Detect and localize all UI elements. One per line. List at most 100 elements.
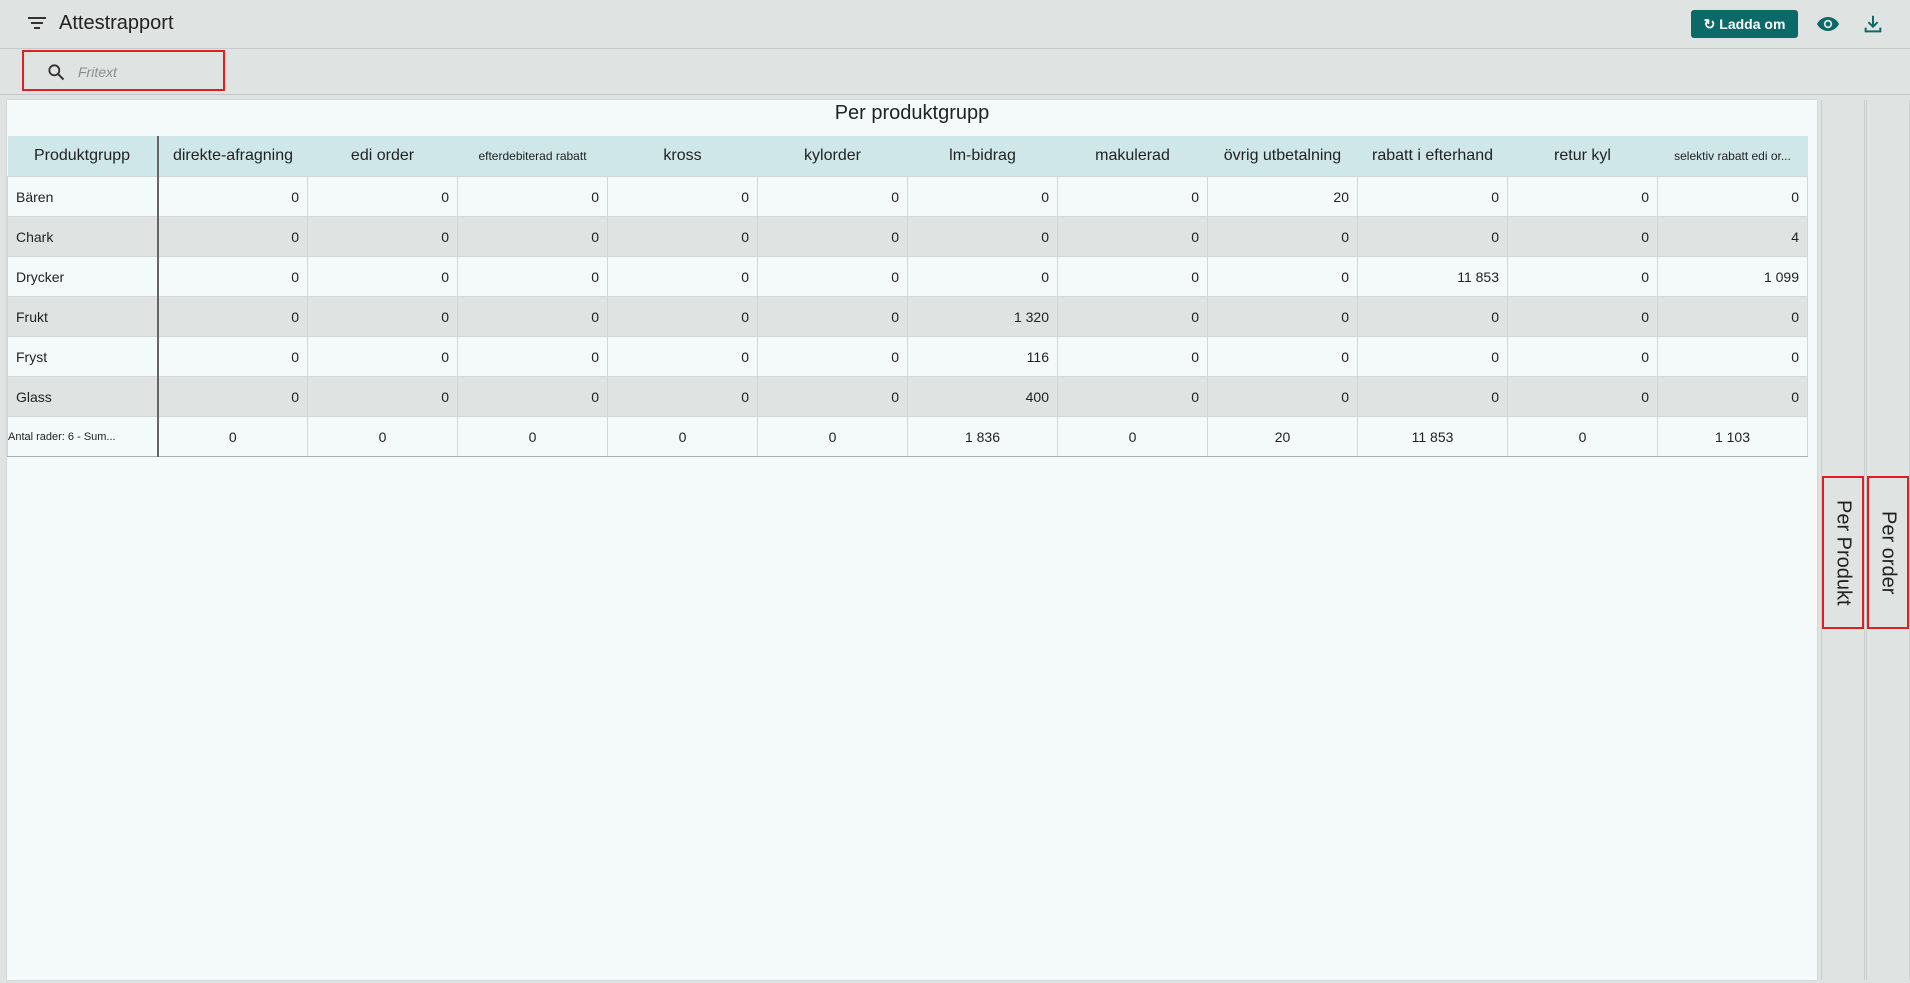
table-cell: 0 (1507, 256, 1658, 297)
table-cell: 1 320 (907, 296, 1058, 337)
table-row[interactable]: Frukt 0 0 0 0 0 1 320 0 0 0 0 0 (7, 296, 1808, 337)
table-cell: 0 (1507, 176, 1658, 217)
table-cell: 0 (607, 296, 758, 337)
table-cell: 0 (1657, 176, 1808, 217)
table-cell: 0 (907, 216, 1058, 257)
footer-sum-cell: 0 (757, 416, 908, 457)
top-bar: Attestrapport ↻ Ladda om (0, 0, 1910, 49)
column-header[interactable]: Produktgrupp (7, 136, 159, 177)
table-cell: 0 (457, 336, 608, 377)
table-cell: 20 (1207, 176, 1358, 217)
column-header[interactable]: lm-bidrag (907, 136, 1058, 177)
column-header[interactable]: kylorder (757, 136, 908, 177)
side-tab-per-produkt: Per Produkt (1821, 100, 1865, 980)
column-header[interactable]: makulerad (1057, 136, 1208, 177)
table-cell: 0 (1357, 336, 1508, 377)
table-cell: 0 (157, 336, 308, 377)
search-input[interactable] (76, 61, 220, 83)
table-cell: 0 (757, 376, 908, 417)
table-cell: 0 (157, 256, 308, 297)
table-cell: 0 (1507, 216, 1658, 257)
table-cell: 0 (1357, 176, 1508, 217)
table-footer-row: Antal rader: 6 - Sum... 0 0 0 0 0 1 836 0 20 11 8… (7, 416, 1808, 457)
footer-sum-cell: 11 853 (1357, 416, 1508, 457)
footer-sum-cell: 0 (1507, 416, 1658, 457)
column-header[interactable]: direkte-afragning (157, 136, 308, 177)
table-cell: 0 (307, 376, 458, 417)
column-header[interactable]: övrig utbetalning (1207, 136, 1358, 177)
column-header[interactable]: kross (607, 136, 758, 177)
table-cell: 0 (1057, 216, 1208, 257)
table-cell: 0 (307, 296, 458, 337)
table-cell: 0 (1057, 296, 1208, 337)
toolbar-divider (0, 94, 1910, 95)
reload-button[interactable]: ↻ Ladda om (1691, 10, 1798, 38)
footer-sum-cell: 0 (157, 416, 308, 457)
table-cell: 0 (157, 376, 308, 417)
tab-per-produkt[interactable]: Per Produkt (1822, 476, 1864, 629)
table-cell: 116 (907, 336, 1058, 377)
footer-sum-cell: 0 (607, 416, 758, 457)
column-header[interactable]: rabatt i efterhand (1357, 136, 1508, 177)
footer-sum-cell: 0 (457, 416, 608, 457)
row-label: Bären (7, 176, 159, 217)
tab-per-produkt-label: Per Produkt (1832, 499, 1855, 606)
table-cell: 0 (1057, 336, 1208, 377)
table-cell: 0 (757, 336, 908, 377)
column-header[interactable]: edi order (307, 136, 458, 177)
table-cell: 0 (1207, 376, 1358, 417)
table-cell: 0 (1507, 296, 1658, 337)
table-cell: 0 (1657, 376, 1808, 417)
download-icon[interactable] (1862, 12, 1884, 36)
table-row[interactable]: Drycker 0 0 0 0 0 0 0 0 11 853 0 1 099 (7, 256, 1808, 297)
filter-menu-icon[interactable] (28, 17, 48, 31)
table-cell: 1 099 (1657, 256, 1808, 297)
footer-sum-cell: 1 103 (1657, 416, 1808, 457)
table-cell: 0 (607, 376, 758, 417)
footer-sum-cell: 0 (1057, 416, 1208, 457)
table-cell: 0 (757, 296, 908, 337)
tab-per-order[interactable]: Per order (1867, 476, 1909, 629)
search-icon (48, 64, 65, 81)
page-title: Attestrapport (59, 12, 174, 34)
table-cell: 0 (607, 176, 758, 217)
table-row[interactable]: Chark 0 0 0 0 0 0 0 0 0 0 4 (7, 216, 1808, 257)
column-header[interactable]: retur kyl (1507, 136, 1658, 177)
table-cell: 0 (1057, 256, 1208, 297)
table-row[interactable]: Glass 0 0 0 0 0 400 0 0 0 0 0 (7, 376, 1808, 417)
table-cell: 0 (607, 336, 758, 377)
column-header[interactable]: efterdebiterad rabatt (457, 136, 608, 177)
table-cell: 0 (307, 216, 458, 257)
table-cell: 0 (1207, 296, 1358, 337)
table-cell: 0 (1507, 336, 1658, 377)
table-cell: 0 (307, 176, 458, 217)
table-cell: 0 (1057, 176, 1208, 217)
table-cell: 0 (307, 256, 458, 297)
footer-sum-cell: 1 836 (907, 416, 1058, 457)
table-cell: 0 (457, 376, 608, 417)
table-cell: 4 (1657, 216, 1808, 257)
table-cell: 0 (157, 216, 308, 257)
search-bar[interactable] (22, 50, 225, 91)
table-cell: 0 (1357, 376, 1508, 417)
table-cell: 0 (457, 256, 608, 297)
tab-per-order-label: Per order (1877, 510, 1900, 595)
table-cell: 0 (1207, 256, 1358, 297)
table-row[interactable]: Fryst 0 0 0 0 0 116 0 0 0 0 0 (7, 336, 1808, 377)
table-cell: 400 (907, 376, 1058, 417)
column-header[interactable]: selektiv rabatt edi or... (1657, 136, 1808, 177)
table-cell: 0 (157, 296, 308, 337)
table-cell: 0 (457, 216, 608, 257)
report-table: Produktgrupp direkte-afragning edi order… (7, 136, 1808, 457)
table-cell: 0 (607, 216, 758, 257)
eye-icon[interactable] (1816, 12, 1840, 36)
footer-summary-label: Antal rader: 6 - Sum... (7, 416, 159, 457)
table-header-row: Produktgrupp direkte-afragning edi order… (7, 136, 1808, 177)
table-cell: 0 (157, 176, 308, 217)
table-cell: 0 (757, 176, 908, 217)
table-cell: 0 (1657, 336, 1808, 377)
refresh-icon: ↻ (1703, 15, 1716, 32)
table-row[interactable]: Bären 0 0 0 0 0 0 0 20 0 0 0 (7, 176, 1808, 217)
table-cell: 0 (757, 256, 908, 297)
table-cell: 0 (607, 256, 758, 297)
